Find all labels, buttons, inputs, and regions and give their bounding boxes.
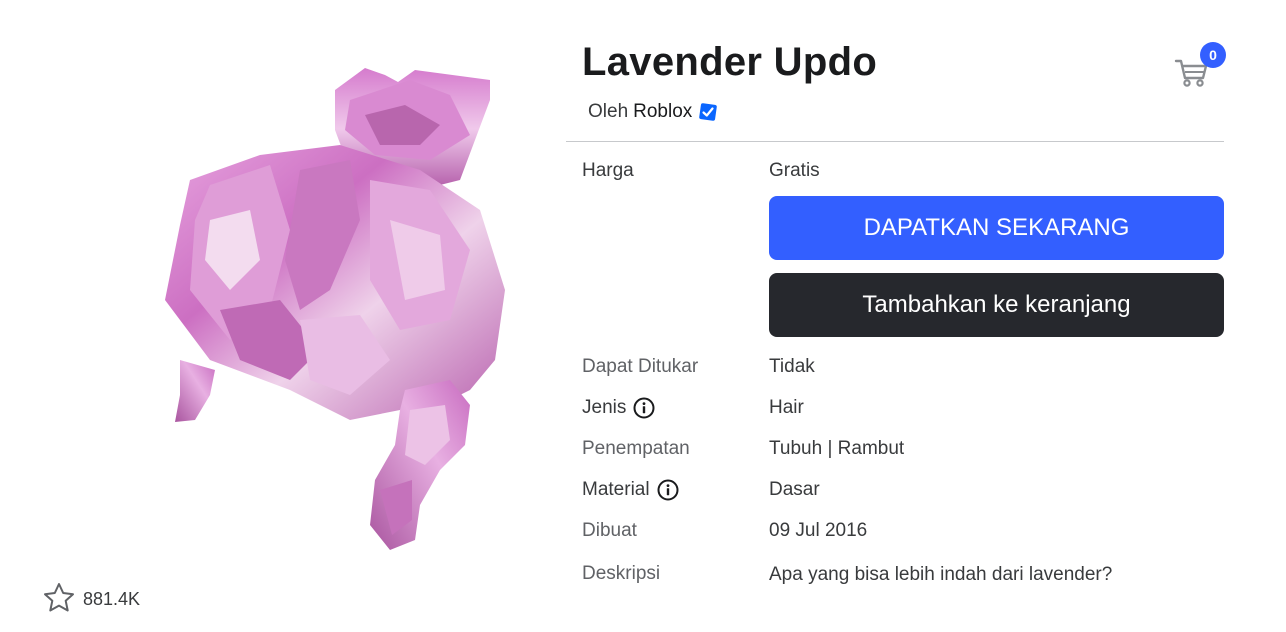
material-value: Dasar — [769, 479, 820, 500]
type-label: Jenis — [582, 397, 627, 418]
creator-link[interactable]: Roblox — [633, 101, 692, 123]
tradable-label: Dapat Ditukar — [582, 356, 699, 377]
created-row: Dibuat 09 Jul 2016 — [582, 520, 1222, 542]
by-label: Oleh — [588, 101, 629, 122]
item-details-panel: Lavender Updo Oleh Roblox 0 Harga Gratis… — [566, 0, 1226, 632]
item-title: Lavender Updo — [582, 40, 878, 84]
add-to-cart-button[interactable]: Tambahkan ke keranjang — [769, 273, 1224, 337]
hair-model-image — [165, 68, 505, 550]
created-value: 09 Jul 2016 — [769, 520, 868, 541]
description-label: Deskripsi — [582, 562, 661, 584]
creator-byline: Oleh Roblox — [588, 101, 718, 123]
item-thumbnail — [150, 60, 520, 560]
favorite-section: 881.4K — [43, 582, 140, 617]
type-row: Jenis Hair — [582, 397, 1222, 419]
favorite-count: 881.4K — [83, 589, 141, 609]
material-row: Material Dasar — [582, 479, 1222, 501]
description-row: Deskripsi Apa yang bisa lebih indah dari… — [582, 561, 1222, 586]
divider — [566, 141, 1224, 142]
type-label-wrap: Jenis — [582, 397, 769, 419]
price-value: Gratis — [769, 160, 820, 181]
price-label: Harga — [582, 160, 634, 181]
material-label-wrap: Material — [582, 479, 769, 501]
material-label: Material — [582, 479, 650, 500]
info-icon[interactable] — [657, 479, 679, 501]
placement-label: Penempatan — [582, 438, 690, 459]
buy-now-button[interactable]: DAPATKAN SEKARANG — [769, 196, 1224, 260]
info-icon[interactable] — [633, 397, 655, 419]
price-row: Harga Gratis — [582, 160, 1222, 182]
placement-value: Tubuh | Rambut — [769, 438, 905, 459]
tradable-value: Tidak — [769, 356, 815, 377]
description-value: Apa yang bisa lebih indah dari lavender? — [769, 564, 1113, 585]
placement-row: Penempatan Tubuh | Rambut — [582, 438, 1222, 460]
verified-badge-icon — [699, 103, 718, 121]
created-label: Dibuat — [582, 520, 637, 541]
tradable-row: Dapat Ditukar Tidak — [582, 356, 1222, 378]
star-outline-icon[interactable] — [43, 582, 75, 617]
type-value: Hair — [769, 397, 804, 418]
cart-count-badge: 0 — [1200, 42, 1226, 68]
